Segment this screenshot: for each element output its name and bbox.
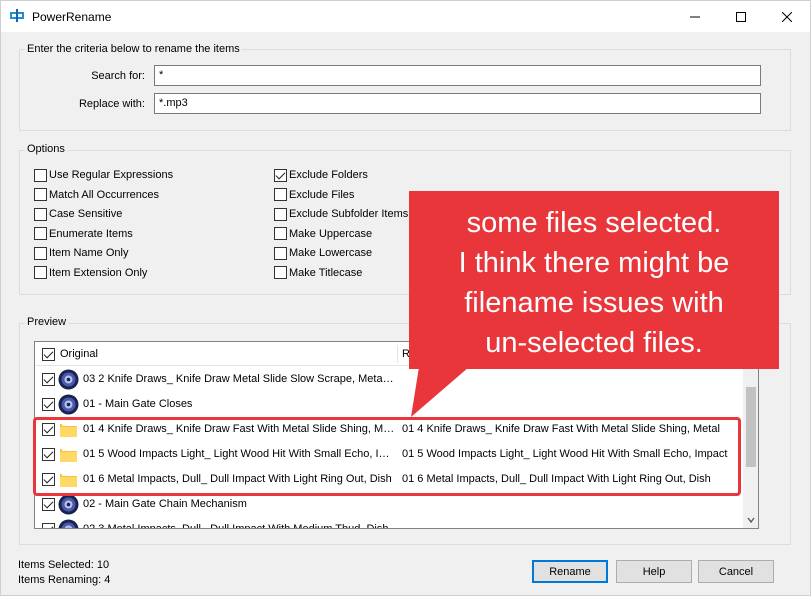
scrollbar-thumb[interactable] [746, 387, 756, 467]
audio-disc-icon [58, 394, 79, 415]
option-use-regular-expressions-checkbox[interactable]: Use Regular Expressions [34, 168, 173, 182]
option-item-name-only-checkbox-box[interactable] [34, 246, 47, 260]
option-enumerate-items-checkbox[interactable]: Enumerate Items [34, 227, 133, 241]
option-enumerate-items-checkbox-label: Enumerate Items [49, 227, 133, 240]
option-exclude-files-checkbox-box[interactable] [274, 188, 287, 201]
items-renaming-count: Items Renaming: 4 [18, 574, 111, 586]
option-exclude-folders-checkbox[interactable]: Exclude Folders [274, 168, 368, 182]
row-checkbox[interactable] [42, 523, 55, 528]
preview-row[interactable]: 02 3 Metal Impacts, Dull_ Dull Impact Wi… [35, 517, 743, 529]
option-item-extension-only-checkbox[interactable]: Item Extension Only [34, 266, 147, 280]
row-checkbox[interactable] [42, 373, 55, 386]
option-make-uppercase-checkbox[interactable]: Make Uppercase [274, 227, 372, 241]
option-exclude-subfolder-items-checkbox-box[interactable] [274, 207, 287, 221]
audio-disc-icon [58, 494, 79, 515]
original-filename: 01 - Main Gate Closes [83, 398, 193, 410]
option-make-uppercase-checkbox-box[interactable] [274, 227, 287, 240]
audio-disc-icon [58, 369, 79, 390]
option-exclude-subfolder-items-checkbox-label: Exclude Subfolder Items [289, 208, 409, 220]
options-group-label: Options [25, 143, 67, 155]
audio-disc-icon [58, 519, 79, 528]
option-case-sensitive-checkbox[interactable]: Case Sensitive [34, 207, 122, 221]
option-exclude-folders-checkbox-box[interactable] [274, 168, 287, 182]
scroll-down-icon[interactable] [747, 516, 755, 524]
maximize-button[interactable] [718, 1, 764, 32]
powerrename-window: PowerRename Enter the criteria below to … [0, 0, 811, 596]
option-make-uppercase-checkbox-label: Make Uppercase [289, 227, 373, 240]
option-exclude-files-checkbox[interactable]: Exclude Files [274, 188, 354, 202]
items-selected-count: Items Selected: 10 [18, 559, 110, 571]
original-filename: 02 - Main Gate Chain Mechanism [83, 498, 247, 510]
row-checkbox[interactable] [42, 498, 55, 511]
close-button[interactable] [764, 1, 810, 32]
option-item-name-only-checkbox-label: Item Name Only [49, 247, 129, 259]
window-title: PowerRename [32, 10, 112, 24]
option-make-lowercase-checkbox-label: Make Lowercase [289, 247, 373, 259]
original-filename: 03 2 Knife Draws_ Knife Draw Metal Slide… [83, 373, 395, 385]
replace-input[interactable]: *.mp3 [154, 93, 761, 114]
close-icon [782, 11, 792, 22]
search-label: Search for: [91, 70, 145, 82]
search-input[interactable]: * [154, 65, 761, 86]
powerrename-app-icon [10, 9, 24, 22]
preview-row[interactable]: 03 2 Knife Draws_ Knife Draw Metal Slide… [35, 367, 743, 392]
replace-label: Replace with: [78, 98, 145, 110]
option-item-name-only-checkbox[interactable]: Item Name Only [34, 246, 128, 260]
title-bar: PowerRename [1, 1, 810, 32]
preview-scrollbar[interactable] [743, 342, 758, 528]
help-button[interactable]: Help [616, 560, 692, 583]
column-divider[interactable] [397, 345, 398, 363]
annotation-highlight-box [33, 417, 741, 496]
maximize-icon [736, 11, 746, 22]
criteria-group-label: Enter the criteria below to rename the i… [25, 43, 242, 55]
option-make-titlecase-checkbox[interactable]: Make Titlecase [274, 266, 362, 280]
option-exclude-folders-checkbox-label: Exclude Folders [289, 169, 368, 181]
rename-button[interactable]: Rename [532, 560, 608, 583]
select-all-checkbox[interactable] [42, 348, 55, 361]
annotation-callout-tail [411, 367, 469, 417]
option-use-regular-expressions-checkbox-label: Use Regular Expressions [49, 169, 174, 181]
annotation-callout: some files selected. I think there might… [409, 191, 779, 369]
preview-row[interactable]: 01 - Main Gate Closes [35, 392, 743, 417]
option-match-all-occurrences-checkbox-box[interactable] [34, 188, 47, 201]
option-make-lowercase-checkbox-box[interactable] [274, 246, 287, 260]
cancel-button[interactable]: Cancel [698, 560, 774, 583]
option-make-lowercase-checkbox[interactable]: Make Lowercase [274, 246, 372, 260]
annotation-callout-text: some files selected. I think there might… [458, 207, 730, 359]
option-exclude-files-checkbox-label: Exclude Files [289, 188, 355, 201]
option-enumerate-items-checkbox-box[interactable] [34, 227, 47, 240]
original-filename: 02 3 Metal Impacts, Dull_ Dull Impact Wi… [83, 523, 389, 529]
criteria-group [19, 49, 791, 131]
option-use-regular-expressions-checkbox-box[interactable] [34, 168, 47, 182]
option-match-all-occurrences-checkbox[interactable]: Match All Occurrences [34, 188, 159, 202]
option-item-extension-only-checkbox-label: Item Extension Only [49, 266, 148, 279]
option-match-all-occurrences-checkbox-label: Match All Occurrences [49, 188, 160, 201]
row-checkbox[interactable] [42, 398, 55, 411]
preview-group-label: Preview [25, 316, 69, 328]
option-exclude-subfolder-items-checkbox[interactable]: Exclude Subfolder Items [274, 207, 408, 221]
option-item-extension-only-checkbox-box[interactable] [34, 266, 47, 279]
option-case-sensitive-checkbox-box[interactable] [34, 207, 47, 221]
minimize-icon [690, 16, 700, 17]
option-make-titlecase-checkbox-box[interactable] [274, 266, 287, 279]
column-header-original[interactable]: Original [60, 348, 98, 360]
minimize-button[interactable] [672, 1, 718, 32]
option-case-sensitive-checkbox-label: Case Sensitive [49, 208, 123, 220]
option-make-titlecase-checkbox-label: Make Titlecase [289, 266, 363, 279]
